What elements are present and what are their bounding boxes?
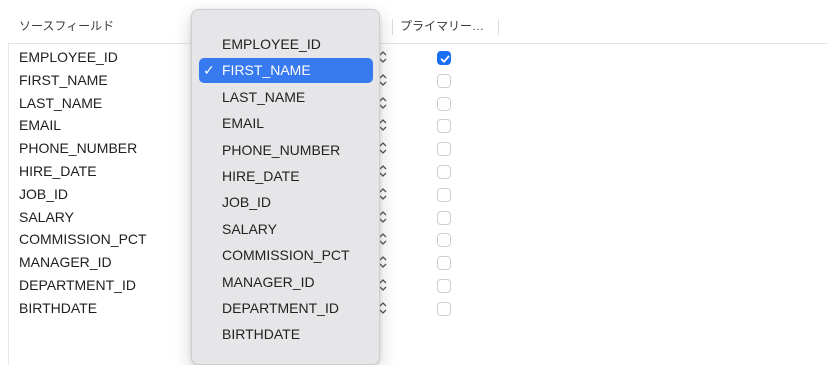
- popup-menu-item[interactable]: EMAIL: [199, 111, 373, 136]
- popup-menu-item[interactable]: JOB_ID: [199, 190, 373, 215]
- popup-menu-item[interactable]: LAST_NAME: [199, 85, 373, 110]
- popup-menu-item-label: COMMISSION_PCT: [222, 247, 350, 263]
- primary-key-checkbox[interactable]: [437, 256, 451, 270]
- source-field-cell: LAST_NAME: [19, 95, 103, 111]
- source-field-cell: MANAGER_ID: [19, 254, 112, 270]
- target-field-popup-menu[interactable]: EMPLOYEE_ID ✓ FIRST_NAME LAST_NAME EMAIL PHON…: [191, 9, 380, 365]
- column-divider: [392, 19, 393, 35]
- column-header-source-field[interactable]: ソースフィールド: [19, 10, 114, 43]
- source-field-cell: HIRE_DATE: [19, 163, 97, 179]
- popup-menu-item[interactable]: MANAGER_ID: [199, 270, 373, 295]
- popup-menu-item[interactable]: SALARY: [199, 217, 373, 242]
- primary-key-checkbox[interactable]: [437, 97, 451, 111]
- popup-menu-item-label: LAST_NAME: [222, 89, 306, 105]
- primary-key-checkbox[interactable]: [437, 119, 451, 133]
- popup-menu-item-label: JOB_ID: [222, 194, 272, 210]
- popup-menu-item[interactable]: COMMISSION_PCT: [199, 243, 373, 268]
- popup-menu-item-label: PHONE_NUMBER: [222, 142, 341, 158]
- column-divider: [498, 19, 499, 35]
- primary-key-checkbox[interactable]: [437, 279, 451, 293]
- source-field-cell: FIRST_NAME: [19, 72, 108, 88]
- primary-key-checkbox[interactable]: [437, 142, 451, 156]
- primary-key-checkbox[interactable]: [437, 211, 451, 225]
- popup-menu-item[interactable]: HIRE_DATE: [199, 164, 373, 189]
- field-mapping-panel: ソースフィールド プライマリー… EMPLOYEE_ID FIRST_NAME LA…: [0, 0, 827, 365]
- popup-menu-item-label: HIRE_DATE: [222, 168, 300, 184]
- source-field-cell: PHONE_NUMBER: [19, 140, 138, 156]
- popup-menu-item-label: EMPLOYEE_ID: [222, 36, 321, 52]
- column-header-primary[interactable]: プライマリー…: [400, 10, 484, 43]
- primary-key-checkbox[interactable]: [437, 233, 451, 247]
- checkmark-icon: [440, 55, 450, 63]
- primary-key-checkbox[interactable]: [437, 74, 451, 88]
- popup-menu-item-label: DEPARTMENT_ID: [222, 300, 339, 316]
- popup-menu-item-label: MANAGER_ID: [222, 274, 315, 290]
- primary-key-checkbox[interactable]: [437, 188, 451, 202]
- popup-menu-item-label: EMAIL: [222, 115, 265, 131]
- popup-menu-item-label: SALARY: [222, 221, 277, 237]
- popup-menu-item[interactable]: DEPARTMENT_ID: [199, 296, 373, 321]
- primary-key-checkbox[interactable]: [437, 51, 451, 65]
- popup-menu-item-label: BIRTHDATE: [222, 326, 301, 342]
- source-field-cell: SALARY: [19, 209, 74, 225]
- source-field-cell: JOB_ID: [19, 186, 69, 202]
- table-header: ソースフィールド プライマリー…: [8, 10, 827, 44]
- popup-menu-item[interactable]: PHONE_NUMBER: [199, 138, 373, 163]
- primary-key-checkbox[interactable]: [437, 165, 451, 179]
- source-field-cell: DEPARTMENT_ID: [19, 277, 136, 293]
- popup-menu-item[interactable]: BIRTHDATE: [199, 322, 373, 347]
- popup-menu-item-label: FIRST_NAME: [222, 62, 311, 78]
- table-frame: [8, 10, 827, 365]
- popup-menu-item[interactable]: ✓ FIRST_NAME: [199, 58, 373, 83]
- primary-key-checkbox[interactable]: [437, 302, 451, 316]
- source-field-cell: COMMISSION_PCT: [19, 231, 147, 247]
- source-field-cell: EMAIL: [19, 117, 62, 133]
- checkmark-icon: ✓: [203, 62, 215, 78]
- source-field-cell: BIRTHDATE: [19, 300, 98, 316]
- popup-menu-item[interactable]: EMPLOYEE_ID: [199, 32, 373, 57]
- source-field-cell: EMPLOYEE_ID: [19, 49, 118, 65]
